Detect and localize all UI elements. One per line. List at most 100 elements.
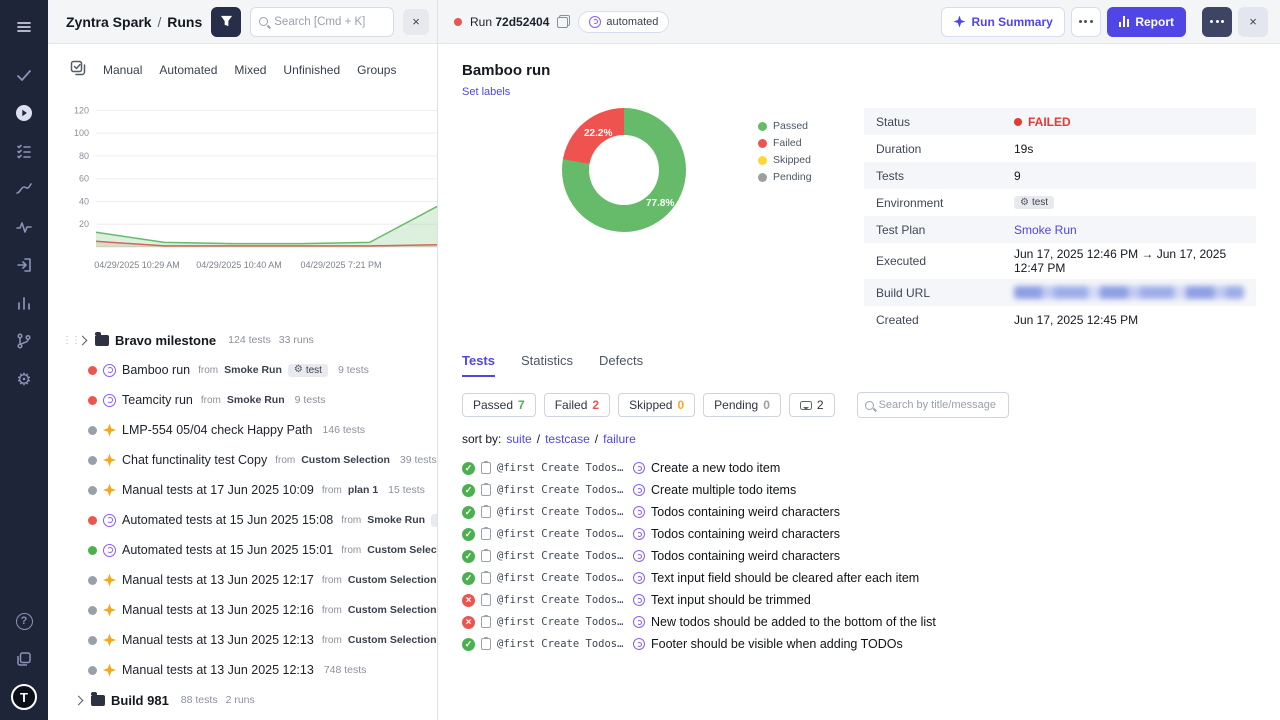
run-overview: 22.2% 77.8% PassedFailedSkippedPending S… [462, 108, 1256, 333]
set-labels-link[interactable]: Set labels [462, 86, 510, 98]
run-list-item[interactable]: LMP-554 05/04 check Happy Path146 tests [48, 415, 437, 445]
more-options-button[interactable] [1071, 7, 1101, 37]
filter-pending-pill[interactable]: Pending0 [703, 393, 781, 417]
test-row[interactable]: ✓@first Create Todos…Text input field sh… [462, 567, 1256, 589]
test-row[interactable]: ✓@first Create Todos…Todos containing we… [462, 523, 1256, 545]
from-label: from [201, 395, 221, 406]
status-value: FAILED [1014, 115, 1071, 129]
testcase-icon [481, 572, 491, 584]
filter-skipped-pill[interactable]: Skipped0 [618, 393, 695, 417]
run-more-button[interactable] [1202, 7, 1232, 37]
report-button[interactable]: Report [1107, 7, 1186, 37]
info-label: Environment [876, 196, 1014, 210]
run-list-item[interactable]: Automated tests at 15 Jun 2025 15:01from… [48, 535, 437, 565]
close-run-button[interactable]: × [1238, 7, 1268, 37]
run-list-item[interactable]: Automated tests at 15 Jun 2025 15:08from… [48, 505, 437, 535]
sort-by-testcase[interactable]: testcase [545, 432, 590, 446]
filter-failed-pill[interactable]: Failed2 [544, 393, 610, 417]
info-row: Environment⚙test [864, 189, 1256, 216]
manual-icon [103, 574, 116, 587]
build-folder-row[interactable]: Build 981 88 tests2 runs [48, 685, 437, 715]
runs-tab-unfinished[interactable]: Unfinished [283, 63, 340, 77]
close-panel-button[interactable]: × [403, 9, 429, 35]
sort-by-suite[interactable]: suite [506, 432, 531, 446]
trend-chart-icon[interactable] [6, 170, 42, 208]
test-row[interactable]: ✓@first Create Todos…Footer should be vi… [462, 633, 1256, 655]
info-value: FAILED [1014, 115, 1071, 129]
manual-icon [103, 424, 116, 437]
build-url-link-blurred[interactable] [1014, 286, 1244, 299]
tab-defects[interactable]: Defects [599, 353, 643, 377]
legend-dot [758, 122, 767, 131]
run-summary-button[interactable]: Run Summary [941, 7, 1064, 37]
report-label: Report [1135, 15, 1174, 29]
tab-statistics[interactable]: Statistics [521, 353, 573, 377]
milestone-row[interactable]: ⋮⋮ Bravo milestone 124 tests33 runs [48, 325, 437, 355]
test-row[interactable]: ✓@first Create Todos…Todos containing we… [462, 545, 1256, 567]
settings-gear-icon[interactable]: ⚙ [6, 360, 42, 398]
analytics-pulse-icon[interactable] [6, 208, 42, 246]
info-value: Smoke Run [1014, 223, 1077, 237]
bar-chart-icon [1119, 16, 1130, 27]
test-row[interactable]: ✓@first Create Todos…Create multiple tod… [462, 479, 1256, 501]
runs-tab-groups[interactable]: Groups [357, 63, 396, 77]
test-plan-link[interactable]: Smoke Run [1014, 223, 1077, 237]
run-list-item[interactable]: Manual tests at 13 Jun 2025 12:13fromCus… [48, 625, 437, 655]
tab-tests[interactable]: Tests [462, 353, 495, 377]
legend-label: Failed [773, 137, 802, 149]
manual-icon [103, 634, 116, 647]
drag-handle-icon[interactable]: ⋮⋮ [62, 335, 70, 346]
test-row[interactable]: ×@first Create Todos…Text input should b… [462, 589, 1256, 611]
from-label: from [322, 605, 342, 616]
tests-search-input[interactable] [879, 399, 1001, 411]
run-list-item[interactable]: Manual tests at 13 Jun 2025 12:17fromCus… [48, 565, 437, 595]
projects-icon[interactable] [6, 640, 42, 678]
branch-icon[interactable] [6, 322, 42, 360]
run-list-item[interactable]: Chat functinality test CopyfromCustom Se… [48, 445, 437, 475]
env-badge[interactable]: ⚙test [1014, 196, 1054, 209]
sort-by-failure[interactable]: failure [603, 432, 636, 446]
select-all-checkbox-icon[interactable] [70, 60, 86, 79]
runs-tab-automated[interactable]: Automated [159, 63, 217, 77]
filter-passed-pill[interactable]: Passed7 [462, 393, 536, 417]
comments-filter-pill[interactable]: 2 [789, 393, 835, 417]
runs-tab-manual[interactable]: Manual [103, 63, 142, 77]
test-row[interactable]: ✓@first Create Todos…Create a new todo i… [462, 457, 1256, 479]
runs-search-input[interactable] [274, 16, 385, 28]
reports-bar-chart-icon[interactable] [6, 284, 42, 322]
run-status-dot [88, 366, 97, 375]
manual-icon [103, 454, 116, 467]
run-status-dot [88, 546, 97, 555]
tests-check-icon[interactable] [6, 56, 42, 94]
run-list-item[interactable]: Manual tests at 17 Jun 2025 10:09frompla… [48, 475, 437, 505]
copy-icon[interactable] [557, 15, 570, 28]
filter-button[interactable] [211, 7, 241, 37]
run-list-item[interactable]: Bamboo runfromSmoke Run⚙test9 tests [48, 355, 437, 385]
runs-tab-mixed[interactable]: Mixed [234, 63, 266, 77]
test-row[interactable]: ✓@first Create Todos…Todos containing we… [462, 501, 1256, 523]
run-list-item[interactable]: Teamcity runfromSmoke Run9 tests [48, 385, 437, 415]
run-list-item[interactable]: Manual tests at 13 Jun 2025 12:16fromCus… [48, 595, 437, 625]
runs-icon[interactable] [6, 94, 42, 132]
sign-in-icon[interactable] [6, 246, 42, 284]
chevron-icon[interactable] [74, 695, 84, 705]
run-type-label: automated [606, 16, 658, 28]
info-row: Duration19s [864, 135, 1256, 162]
app-logo[interactable]: T [11, 684, 37, 710]
comment-icon [800, 401, 812, 410]
test-passed-icon: ✓ [462, 638, 475, 651]
menu-icon[interactable] [6, 8, 42, 46]
run-list-item[interactable]: Manual tests at 13 Jun 2025 12:13748 tes… [48, 655, 437, 685]
svg-text:100: 100 [74, 128, 89, 138]
info-label: Status [876, 115, 1014, 129]
tests-search [857, 392, 1009, 418]
help-icon[interactable]: ? [6, 602, 42, 640]
from-label: from [322, 635, 342, 646]
test-title: Todos containing weird characters [651, 527, 840, 541]
legend-item: Pending [758, 171, 812, 183]
test-row[interactable]: ×@first Create Todos…New todos should be… [462, 611, 1256, 633]
run-name: Automated tests at 15 Jun 2025 15:01 [122, 543, 333, 557]
run-type-badge[interactable]: automated [578, 11, 669, 33]
results-list-icon[interactable] [6, 132, 42, 170]
testcase-icon [481, 462, 491, 474]
